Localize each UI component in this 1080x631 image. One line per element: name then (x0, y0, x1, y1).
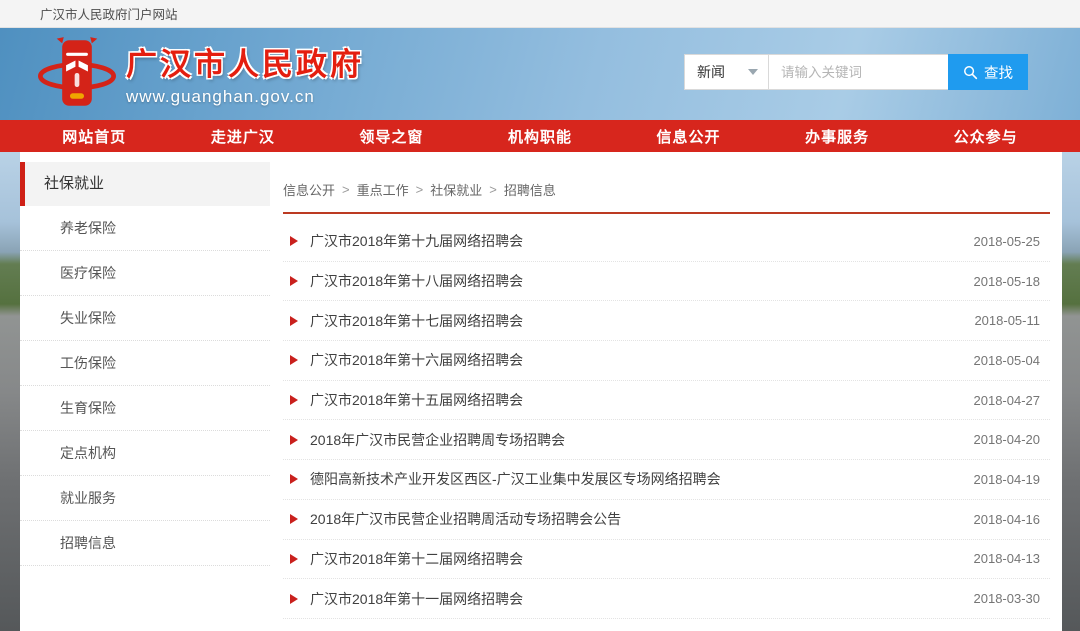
arrow-right-icon (290, 395, 298, 405)
arrow-right-icon (290, 316, 298, 326)
list-item: 广汉市2018年第十七届网络招聘会 2018-05-11 (283, 301, 1050, 341)
main-nav: 网站首页 走进广汉 领导之窗 机构职能 信息公开 办事服务 公众参与 (0, 120, 1080, 152)
news-link[interactable]: 广汉市2018年第十八届网络招聘会 (310, 271, 974, 291)
news-date: 2018-05-25 (974, 234, 1041, 249)
breadcrumb-separator: > (416, 182, 424, 197)
news-link[interactable]: 德阳高新技术产业开发区西区-广汉工业集中发展区专场网络招聘会 (310, 469, 974, 489)
news-link[interactable]: 2018年广汉市民营企业招聘周活动专场招聘会公告 (310, 509, 974, 529)
search-button-label: 查找 (984, 62, 1013, 83)
nav-item-leaders[interactable]: 领导之窗 (359, 126, 423, 147)
arrow-right-icon (290, 594, 298, 604)
search-input[interactable] (768, 54, 948, 90)
sidebar-item-employment-services[interactable]: 就业服务 (20, 476, 270, 521)
brand-text: 广汉市人民政府 www.guanghan.gov.cn (126, 39, 364, 107)
site-logo-brand[interactable]: 广汉市人民政府 www.guanghan.gov.cn (38, 34, 364, 112)
breadcrumb: 信息公开 > 重点工作 > 社保就业 > 招聘信息 (283, 180, 1050, 199)
content-panel: 社保就业 养老保险 医疗保险 失业保险 工伤保险 生育保险 定点机构 就业服务 … (20, 152, 1062, 631)
breadcrumb-separator: > (489, 182, 497, 197)
news-link[interactable]: 广汉市2018年第十七届网络招聘会 (310, 311, 974, 331)
list-item: 广汉市2018年第十二届网络招聘会 2018-04-13 (283, 540, 1050, 580)
list-item: 2018年广汉市民营企业招聘周活动专场招聘会公告 2018-04-16 (283, 500, 1050, 540)
arrow-right-icon (290, 276, 298, 286)
breadcrumb-social-security[interactable]: 社保就业 (430, 180, 482, 199)
list-item: 广汉市2018年第十八届网络招聘会 2018-05-18 (283, 262, 1050, 302)
breadcrumb-separator: > (342, 182, 350, 197)
list-item: 广汉市2018年第十六届网络招聘会 2018-05-04 (283, 341, 1050, 381)
content-background: 社保就业 养老保险 医疗保险 失业保险 工伤保险 生育保险 定点机构 就业服务 … (0, 152, 1080, 631)
search-category-value: 新闻 (697, 62, 725, 82)
nav-item-functions[interactable]: 机构职能 (508, 126, 572, 147)
news-list: 广汉市2018年第十九届网络招聘会 2018-05-25 广汉市2018年第十八… (283, 222, 1050, 619)
news-link[interactable]: 2018年广汉市民营企业招聘周专场招聘会 (310, 430, 974, 450)
portal-title: 广汉市人民政府门户网站 (40, 4, 178, 23)
nav-item-home[interactable]: 网站首页 (62, 126, 126, 147)
news-date: 2018-05-04 (974, 353, 1041, 368)
list-item: 2018年广汉市民营企业招聘周专场招聘会 2018-04-20 (283, 420, 1050, 460)
chevron-down-icon (748, 69, 758, 75)
list-item: 德阳高新技术产业开发区西区-广汉工业集中发展区专场网络招聘会 2018-04-1… (283, 460, 1050, 500)
site-header: 广汉市人民政府 www.guanghan.gov.cn 新闻 查找 (0, 28, 1080, 120)
news-date: 2018-04-19 (974, 472, 1041, 487)
news-link[interactable]: 广汉市2018年第十一届网络招聘会 (310, 589, 974, 609)
arrow-right-icon (290, 435, 298, 445)
list-item: 广汉市2018年第十五届网络招聘会 2018-04-27 (283, 381, 1050, 421)
sidebar: 社保就业 养老保险 医疗保险 失业保险 工伤保险 生育保险 定点机构 就业服务 … (20, 152, 270, 631)
sanxingdui-mask-logo (38, 34, 116, 112)
list-item: 广汉市2018年第十九届网络招聘会 2018-05-25 (283, 222, 1050, 262)
news-link[interactable]: 广汉市2018年第十二届网络招聘会 (310, 549, 974, 569)
sidebar-item-work-injury[interactable]: 工伤保险 (20, 341, 270, 386)
breadcrumb-divider (283, 212, 1050, 214)
arrow-right-icon (290, 474, 298, 484)
nav-item-info-disclosure[interactable]: 信息公开 (657, 126, 721, 147)
search-category-select[interactable]: 新闻 (684, 54, 768, 90)
breadcrumb-info-disclosure[interactable]: 信息公开 (283, 180, 335, 199)
arrow-right-icon (290, 554, 298, 564)
news-date: 2018-05-18 (974, 274, 1041, 289)
search-icon (963, 65, 978, 80)
sidebar-item-unemployment[interactable]: 失业保险 (20, 296, 270, 341)
site-name: 广汉市人民政府 (126, 39, 364, 84)
news-date: 2018-04-13 (974, 551, 1041, 566)
site-url: www.guanghan.gov.cn (126, 87, 364, 107)
news-date: 2018-04-20 (974, 432, 1041, 447)
list-item: 广汉市2018年第十一届网络招聘会 2018-03-30 (283, 579, 1050, 619)
nav-item-services[interactable]: 办事服务 (805, 126, 869, 147)
sidebar-item-maternity[interactable]: 生育保险 (20, 386, 270, 431)
sidebar-item-designated-orgs[interactable]: 定点机构 (20, 431, 270, 476)
arrow-right-icon (290, 355, 298, 365)
main-content: 信息公开 > 重点工作 > 社保就业 > 招聘信息 广汉市2018年第十九届网络… (270, 152, 1062, 631)
sidebar-title: 社保就业 (20, 162, 270, 206)
portal-topbar: 广汉市人民政府门户网站 (0, 0, 1080, 28)
breadcrumb-key-work[interactable]: 重点工作 (357, 180, 409, 199)
nav-item-about-guanghan[interactable]: 走进广汉 (211, 126, 275, 147)
arrow-right-icon (290, 514, 298, 524)
news-date: 2018-04-27 (974, 393, 1041, 408)
nav-item-participation[interactable]: 公众参与 (954, 126, 1018, 147)
search-button[interactable]: 查找 (948, 54, 1028, 90)
news-date: 2018-03-30 (974, 591, 1041, 606)
sidebar-item-pension[interactable]: 养老保险 (20, 206, 270, 251)
news-link[interactable]: 广汉市2018年第十六届网络招聘会 (310, 350, 974, 370)
breadcrumb-current-job-info: 招聘信息 (504, 180, 556, 199)
search-bar: 新闻 查找 (684, 54, 1028, 90)
sidebar-item-job-info[interactable]: 招聘信息 (20, 521, 270, 566)
arrow-right-icon (290, 236, 298, 246)
sidebar-item-medical[interactable]: 医疗保险 (20, 251, 270, 296)
news-link[interactable]: 广汉市2018年第十五届网络招聘会 (310, 390, 974, 410)
news-date: 2018-04-16 (974, 512, 1041, 527)
news-date: 2018-05-11 (974, 313, 1040, 328)
news-link[interactable]: 广汉市2018年第十九届网络招聘会 (310, 231, 974, 251)
